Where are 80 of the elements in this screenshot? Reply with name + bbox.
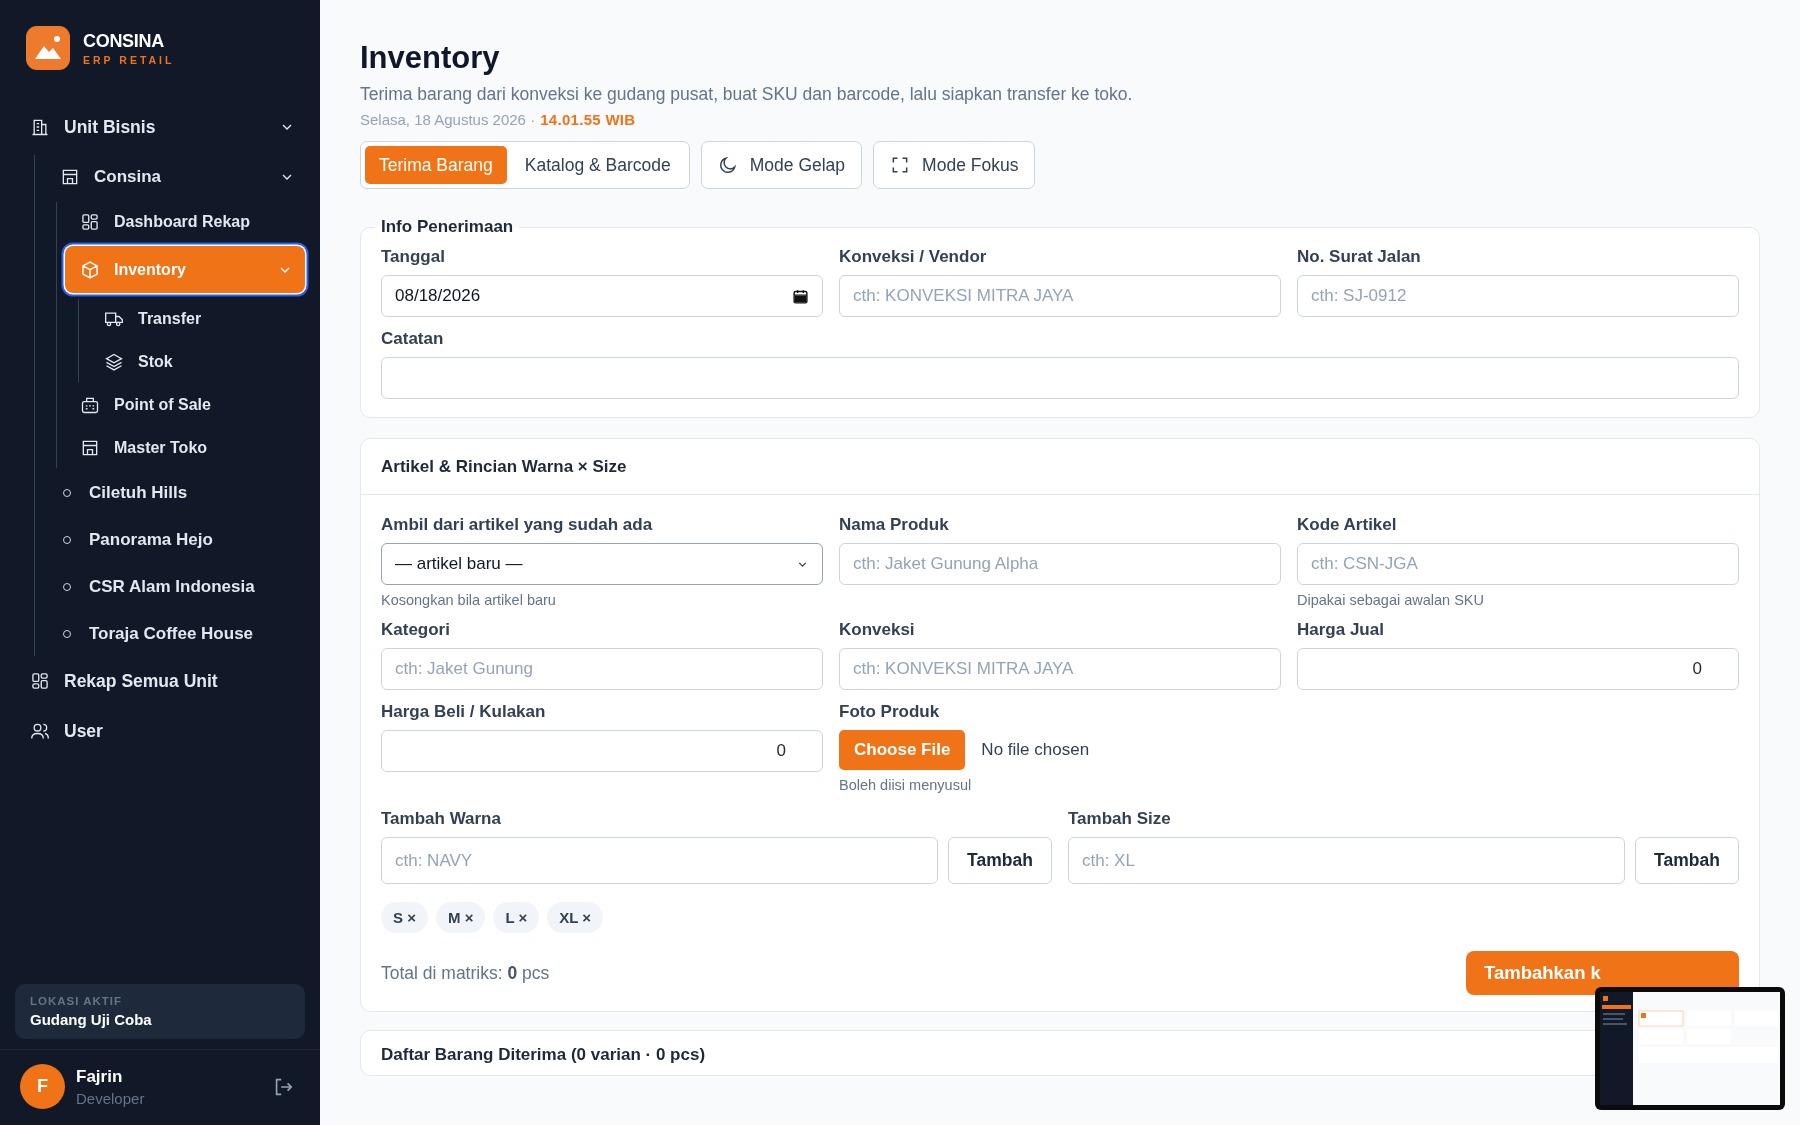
- field-label: Ambil dari artikel yang sudah ada: [381, 515, 654, 535]
- date-field[interactable]: 08/18/2026: [381, 275, 823, 317]
- mode-button[interactable]: Mode Gelap: [700, 141, 863, 189]
- mode-button[interactable]: Mode Fokus: [873, 141, 1036, 189]
- date-text: Selasa, 18 Agustus 2026 ·: [360, 111, 536, 128]
- sidebar-item[interactable]: Panorama Hejo: [45, 518, 307, 562]
- sidebar-item[interactable]: Stok: [89, 342, 307, 382]
- field-label: Tambah Size: [1068, 809, 1172, 829]
- building-icon: [30, 117, 50, 137]
- text-field[interactable]: cth: CSN-JGA: [1297, 543, 1739, 585]
- sidebar-item[interactable]: Ciletuh Hills: [45, 471, 307, 515]
- number-field[interactable]: 0: [1297, 648, 1739, 690]
- text-field[interactable]: cth: Jaket Gunung: [381, 648, 823, 690]
- store-icon: [80, 438, 100, 458]
- sidebar-item[interactable]: Dashboard Rekap: [65, 202, 307, 242]
- user-role: Developer: [76, 1089, 146, 1107]
- location-name: Gudang Uji Coba: [30, 1011, 153, 1028]
- sidebar-item[interactable]: Master Toko: [65, 428, 307, 468]
- grid-icon: [80, 212, 100, 232]
- grid-icon: [30, 671, 50, 691]
- brand-tagline: ERP RETAIL: [83, 53, 175, 66]
- size-chip[interactable]: S ×: [381, 902, 428, 933]
- text-field[interactable]: cth: KONVEKSI MITRA JAYA: [839, 275, 1281, 317]
- sidebar-item[interactable]: User: [15, 709, 307, 753]
- card-title: Artikel & Rincian Warna × Size: [361, 439, 1759, 495]
- add-button[interactable]: Tambah: [1635, 837, 1739, 884]
- field-label: Konveksi / Vendor: [839, 247, 988, 267]
- time-text: 14.01.55 WIB: [540, 111, 636, 128]
- card-title: Info Penerimaan: [380, 217, 515, 237]
- field-label: Kategori: [381, 620, 451, 640]
- matrix-total: Total di matriks: 0 pcs: [381, 962, 550, 984]
- field-label: No. Surat Jalan: [1297, 247, 1422, 267]
- card-title: Daftar Barang Diterima (0 varian · 0 pcs): [381, 1045, 707, 1065]
- page-subtitle: Terima barang dari konveksi ke gudang pusat, buat SKU dan barcode, lalu siapkan transfer ke toko.: [360, 84, 1134, 105]
- field-label: Nama Produk: [839, 515, 950, 535]
- field-hint: Boleh diisi menyusul: [839, 777, 973, 793]
- brand-name: CONSINA: [83, 30, 165, 52]
- logo-icon: [26, 26, 70, 70]
- cash-register-icon: [80, 395, 100, 415]
- file-status: No file chosen: [981, 740, 1090, 760]
- sidebar-item[interactable]: Consina: [45, 155, 307, 199]
- field-label: Tanggal: [381, 247, 446, 267]
- field-label: Konveksi: [839, 620, 916, 640]
- moon-icon: [717, 155, 738, 175]
- add-button[interactable]: Tambah: [948, 837, 1052, 884]
- text-field[interactable]: cth: Jaket Gunung Alpha: [839, 543, 1281, 585]
- page-title: Inventory: [360, 40, 501, 76]
- size-chip[interactable]: XL ×: [547, 902, 604, 933]
- text-field[interactable]: cth: SJ-0912: [1297, 275, 1739, 317]
- field-hint: Dipakai sebagai awalan SKU: [1297, 592, 1485, 608]
- select-field[interactable]: — artikel baru —: [381, 543, 823, 585]
- number-field[interactable]: 0: [381, 730, 823, 772]
- sidebar-item[interactable]: Unit Bisnis: [15, 105, 307, 149]
- field-label: Foto Produk: [839, 702, 941, 722]
- size-chip[interactable]: L ×: [493, 902, 540, 933]
- text-field[interactable]: cth: XL: [1068, 837, 1625, 884]
- users-icon: [30, 721, 50, 741]
- field-label: Harga Jual: [1297, 620, 1385, 640]
- field-label: Catatan: [381, 329, 445, 349]
- size-chip[interactable]: M ×: [435, 902, 486, 933]
- box-icon: [80, 259, 100, 280]
- field-hint: Kosongkan bila artikel baru: [381, 592, 557, 608]
- avatar: F: [20, 1064, 65, 1109]
- sidebar-item[interactable]: Transfer: [89, 299, 307, 339]
- layers-icon: [104, 352, 124, 372]
- tab[interactable]: Katalog & Barcode: [510, 146, 685, 184]
- calendar-icon: [792, 287, 809, 305]
- sidebar-item[interactable]: Point of Sale: [65, 385, 307, 425]
- field-label: Tambah Warna: [381, 809, 502, 829]
- field-label: Kode Artikel: [1297, 515, 1398, 535]
- sidebar-item[interactable]: Rekap Semua Unit: [15, 659, 307, 703]
- field-label: Harga Beli / Kulakan: [381, 702, 547, 722]
- text-field[interactable]: cth: NAVY: [381, 837, 938, 884]
- store-icon: [60, 167, 80, 187]
- text-field[interactable]: cth: KONVEKSI MITRA JAYA: [839, 648, 1281, 690]
- sidebar-item[interactable]: CSR Alam Indonesia: [45, 565, 307, 609]
- user-name: Fajrin: [76, 1066, 124, 1087]
- location-label: LOKASI AKTIF: [30, 995, 124, 1007]
- notes-field[interactable]: [381, 357, 1739, 399]
- sidebar-item[interactable]: Toraja Coffee House: [45, 612, 307, 656]
